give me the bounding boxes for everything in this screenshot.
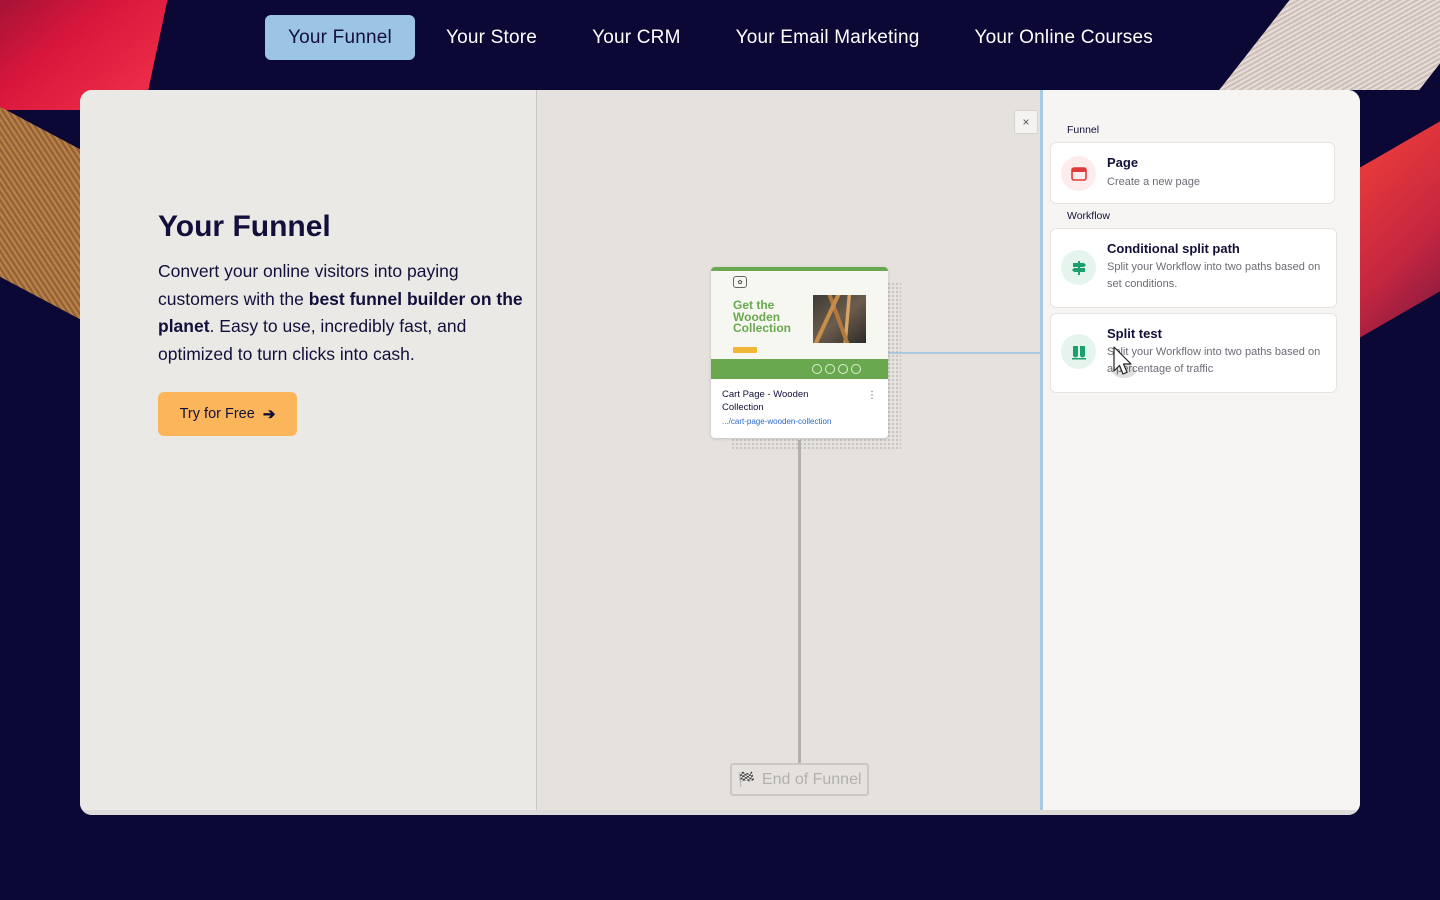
more-options-icon[interactable]: ⋮ [867,391,877,401]
funnel-page-card[interactable]: ✿ Get the Wooden Collection Cart Page - … [711,267,888,438]
add-page-item[interactable]: Page Create a new page [1050,142,1335,204]
page-thumbnail: ✿ Get the Wooden Collection [711,267,888,379]
tab-your-store[interactable]: Your Store [422,15,561,60]
split-test-item[interactable]: Split test Split your Workflow into two … [1050,313,1337,393]
tab-your-online-courses[interactable]: Your Online Courses [951,15,1177,60]
item-title: Conditional split path [1107,241,1240,256]
try-for-free-button[interactable]: Try for Free ➔ [158,392,297,436]
mouse-cursor-icon [1110,345,1136,384]
item-title: Split test [1107,326,1162,341]
arrow-right-icon: ➔ [262,406,276,423]
section-label-funnel: Funnel [1067,124,1100,136]
item-subtitle: Split your Workflow into two paths based… [1107,346,1321,375]
end-of-funnel-node: 🏁 End of Funnel [730,763,869,796]
tab-your-crm[interactable]: Your CRM [568,15,705,60]
beakers-icon [1061,334,1096,369]
add-step-sidebar: Funnel Page Create a new page Workflow C… [1040,90,1360,810]
cta-label: Try for Free [179,406,255,422]
page-card-title: Cart Page - Wooden Collection [722,389,809,413]
tab-your-funnel[interactable]: Your Funnel [265,15,415,60]
funnel-canvas[interactable]: × ✿ Get the Wooden Collection Cart Page … [537,90,1040,810]
feature-description: Your Funnel Convert your online visitors… [80,90,537,810]
checkered-flag-icon: 🏁 [737,771,755,787]
browser-window-icon [1061,156,1096,191]
section-label-workflow: Workflow [1067,210,1110,222]
feature-title: Your Funnel [158,210,331,243]
decorative-stripe-top-right [1219,0,1440,90]
product-tabs: Your Funnel Your Store Your CRM Your Ema… [265,15,1177,60]
page-card-link[interactable]: .../cart-page-wooden-collection [722,417,877,426]
close-button[interactable]: × [1014,110,1038,134]
feature-description-text: Convert your online visitors into paying… [158,261,523,364]
item-subtitle: Create a new page [1107,176,1200,188]
wooden-spoons-photo [813,295,866,343]
item-title: Page [1107,155,1139,170]
connector-line-vertical [798,440,801,765]
thumbnail-headline: Get the Wooden Collection [733,298,792,335]
signpost-icon [1061,250,1096,285]
site-logo-icon: ✿ [733,276,747,288]
tab-your-email-marketing[interactable]: Your Email Marketing [712,15,944,60]
decorative-stripe-right [1350,86,1440,344]
item-subtitle: Split your Workflow into two paths based… [1107,261,1321,290]
feature-panel: Your Funnel Convert your online visitors… [80,90,1360,815]
conditional-split-path-item[interactable]: Conditional split path Split your Workfl… [1050,228,1337,308]
panel-bottom-edge [80,810,1360,815]
end-of-funnel-label: End of Funnel [761,770,862,788]
connector-line-horizontal [887,352,1040,354]
decorative-stripe-left [0,85,90,325]
